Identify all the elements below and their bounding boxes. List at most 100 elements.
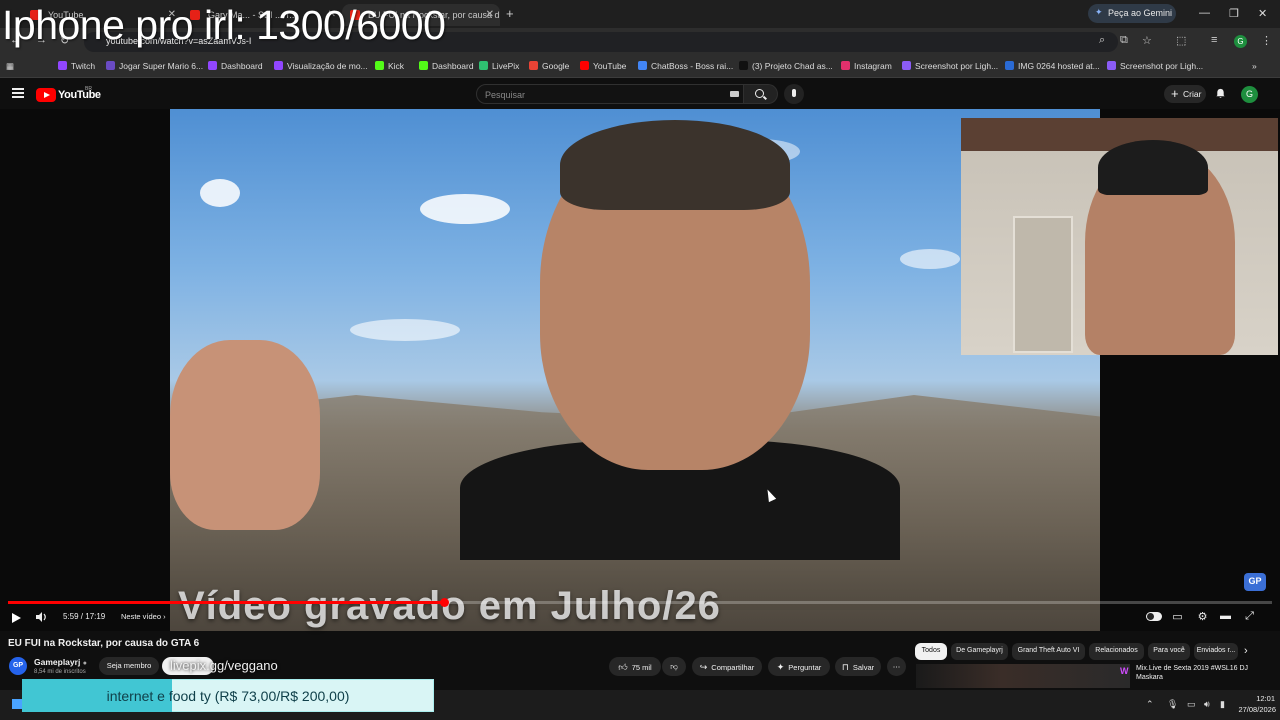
browser-profile-avatar[interactable]: G: [1234, 35, 1247, 48]
chapter-button[interactable]: Neste vídeo ›: [121, 612, 166, 621]
bookmark-favicon-icon: [375, 61, 384, 70]
bookmark-item[interactable]: LivePix: [479, 61, 519, 71]
apps-grid-icon[interactable]: ▦: [6, 61, 14, 72]
bookmark-item[interactable]: Instagram: [841, 61, 892, 71]
channel-avatar[interactable]: GP: [9, 657, 27, 675]
bookmark-label: IMG 0264 hosted at...: [1018, 61, 1100, 71]
bookmark-item[interactable]: Screenshot por Ligh...: [902, 61, 998, 71]
webcam-door: [1013, 216, 1073, 353]
theater-mode-icon[interactable]: ▬: [1219, 610, 1232, 622]
save-button[interactable]: ⊓ Salvar: [835, 657, 881, 676]
bookmark-favicon-icon: [580, 61, 589, 70]
install-icon[interactable]: ⧉: [1120, 34, 1128, 47]
more-actions-button[interactable]: ⋯: [887, 657, 906, 676]
bookmark-item[interactable]: Twitch: [58, 61, 95, 71]
bookmark-item[interactable]: (3) Projeto Chad as...: [739, 61, 833, 71]
bookmark-icon: ⊓: [841, 662, 849, 672]
chip-todos[interactable]: Todos: [915, 643, 947, 660]
clock-date[interactable]: 27/08/2026: [1226, 705, 1276, 714]
speaker-icon[interactable]: 🔊︎: [1204, 699, 1210, 710]
hamburger-menu-icon[interactable]: [12, 88, 24, 98]
join-button[interactable]: Seja membro: [99, 657, 159, 675]
search-button[interactable]: [744, 84, 778, 104]
bookmark-label: Visualização de mo...: [287, 61, 368, 71]
media-icon[interactable]: ≡: [1211, 34, 1217, 46]
bookmark-label: Twitch: [71, 61, 96, 71]
chip-for-you[interactable]: Para você: [1148, 643, 1190, 660]
bookmark-favicon-icon: [58, 61, 67, 70]
maximize-button[interactable]: ❐: [1229, 7, 1239, 20]
volume-icon[interactable]: [36, 612, 48, 622]
microphone-icon[interactable]: 🎙︎: [1167, 699, 1178, 710]
close-tab-icon[interactable]: ✕: [486, 9, 494, 20]
bookmark-item[interactable]: ChatBoss - Boss rai...: [638, 61, 733, 71]
bookmark-favicon-icon: [529, 61, 538, 70]
chip-uploaded[interactable]: Enviados r...: [1194, 643, 1238, 660]
profile-avatar[interactable]: G: [1241, 86, 1258, 103]
gemini-button[interactable]: ✦ Peça ao Gemini: [1088, 4, 1176, 23]
voice-search-mic-icon[interactable]: [784, 84, 804, 104]
menu-kebab-icon[interactable]: ⋮: [1261, 34, 1272, 47]
fullscreen-icon[interactable]: ⤢: [1243, 610, 1256, 622]
new-tab-button[interactable]: +: [506, 6, 514, 21]
rec-title-line: Maskara: [1136, 674, 1163, 681]
more-icon: ⋯: [892, 662, 901, 671]
bookmark-item[interactable]: Dashboard: [419, 61, 474, 71]
channel-watermark[interactable]: GP: [1244, 573, 1266, 591]
bookmark-label: Kick: [388, 61, 405, 71]
bookmark-item[interactable]: Kick: [375, 61, 404, 71]
ask-button[interactable]: ✦ Perguntar: [768, 657, 830, 676]
chip-related[interactable]: Relacionados: [1089, 643, 1144, 660]
like-button[interactable]: 👍︎ 75 mil: [609, 657, 661, 676]
dislike-button[interactable]: 👎︎: [662, 657, 686, 676]
recommended-video-thumbnail[interactable]: [916, 664, 1130, 688]
tray-overflow-icon[interactable]: ⌃: [1146, 699, 1154, 710]
play-button[interactable]: [12, 613, 21, 623]
close-window-button[interactable]: ✕: [1258, 7, 1267, 20]
chip-gta[interactable]: Grand Theft Auto VI: [1012, 643, 1085, 660]
bookmark-favicon-icon: [902, 61, 911, 70]
clock-time[interactable]: 12:01: [1245, 694, 1275, 703]
youtube-logo-icon[interactable]: [36, 88, 56, 102]
network-icon[interactable]: ▭: [1187, 699, 1196, 710]
chip-channel[interactable]: De Gameplayrj: [951, 643, 1008, 660]
minimize-button[interactable]: —: [1199, 7, 1210, 19]
bookmarks-bar: ▦ Twitch Jogar Super Mario 6... Dashboard Vi…: [0, 56, 1280, 78]
subtitles-icon[interactable]: ▭: [1171, 610, 1184, 623]
search-input[interactable]: Pesquisar: [476, 84, 744, 104]
bookmark-item[interactable]: IMG 0264 hosted at...: [1005, 61, 1100, 71]
presenter-hand: [170, 340, 320, 530]
settings-gear-icon[interactable]: ⚙: [1196, 610, 1209, 623]
channel-name[interactable]: Gameplayrj ●: [34, 657, 87, 667]
battery-icon[interactable]: ▮: [1220, 699, 1225, 710]
extensions-icon[interactable]: ⬚: [1176, 34, 1186, 47]
bookmark-item[interactable]: Screenshot por Ligh...: [1107, 61, 1203, 71]
bookmark-star-icon[interactable]: ☆: [1142, 34, 1152, 47]
create-button[interactable]: + Criar: [1164, 85, 1206, 103]
recommended-video-title[interactable]: Mix.Live de Sexta 2019 #WSL16 DJ Maskara: [1136, 664, 1256, 682]
thumbs-up-icon: 👍︎: [618, 662, 628, 672]
subscriber-count: 8,54 mi de inscritos: [34, 669, 86, 675]
gemini-label: Peça ao Gemini: [1108, 8, 1173, 18]
bookmark-favicon-icon: [208, 61, 217, 70]
keyboard-icon[interactable]: [730, 91, 739, 97]
notifications-bell-icon[interactable]: [1215, 88, 1226, 99]
bookmark-item[interactable]: Dashboard: [208, 61, 263, 71]
share-button[interactable]: ↪ Compartilhar: [692, 657, 762, 676]
bookmark-item[interactable]: YouTube: [580, 61, 626, 71]
bookmark-label: Google: [542, 61, 570, 71]
progress-scrubber[interactable]: [440, 598, 449, 607]
autoplay-toggle[interactable]: [1146, 612, 1162, 621]
bookmark-item[interactable]: Visualização de mo...: [274, 61, 368, 71]
youtube-logo-text[interactable]: YouTube: [58, 89, 101, 101]
bookmark-item[interactable]: Google: [529, 61, 569, 71]
windows-start-icon[interactable]: [12, 699, 22, 709]
create-label: Criar: [1183, 89, 1202, 99]
video-title: EU FUI na Rockstar, por causa do GTA 6: [8, 638, 200, 649]
bookmark-favicon-icon: [106, 61, 115, 70]
bookmarks-overflow-icon[interactable]: »: [1252, 61, 1257, 71]
bookmark-favicon-icon: [841, 61, 850, 70]
chevron-right-icon[interactable]: ›: [1244, 645, 1248, 657]
zoom-icon[interactable]: ⌕: [1099, 34, 1105, 47]
bookmark-item[interactable]: Jogar Super Mario 6...: [106, 61, 203, 71]
